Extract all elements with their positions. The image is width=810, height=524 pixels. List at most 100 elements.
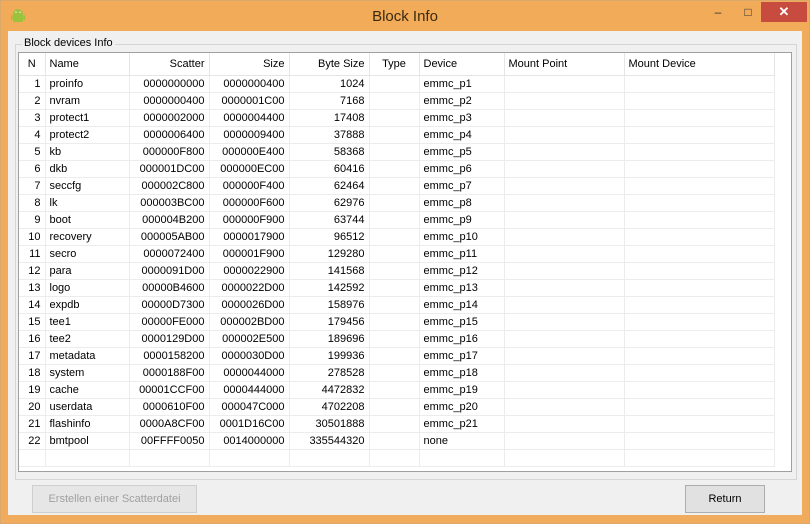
cell-device: emmc_p3 bbox=[419, 109, 505, 127]
col-type[interactable]: Type bbox=[369, 53, 420, 76]
cell-scatter: 0000188F00 bbox=[129, 364, 210, 382]
cell-scatter: 0000158200 bbox=[129, 347, 210, 365]
create-scatter-button[interactable]: Erstellen einer Scatterdatei bbox=[32, 485, 197, 513]
cell-type bbox=[369, 75, 420, 93]
cell-mount-point bbox=[504, 313, 625, 331]
table-row[interactable]: 20 userdata 0000610F00 000047C000 4702208 emm… bbox=[19, 398, 775, 416]
cell-mount-device bbox=[624, 262, 775, 280]
cell-name: seccfg bbox=[45, 177, 130, 195]
table-row[interactable]: 1 proinfo 0000000000 0000000400 1024 emmc_p1 bbox=[19, 75, 775, 93]
cell-type bbox=[369, 177, 420, 195]
table-row[interactable]: 7 seccfg 000002C800 000000F400 62464 emmc_p7 bbox=[19, 177, 775, 195]
cell-size: 0014000000 bbox=[209, 432, 290, 450]
cell-name: protect1 bbox=[45, 109, 130, 127]
cell-device: emmc_p21 bbox=[419, 415, 505, 433]
table-row[interactable]: 3 protect1 0000002000 0000004400 17408 emmc_p… bbox=[19, 109, 775, 127]
cell-mount-device bbox=[624, 109, 775, 127]
cell-n: 15 bbox=[19, 313, 46, 331]
table-row[interactable]: 21 flashinfo 0000A8CF00 0001D16C00 30501888 e… bbox=[19, 415, 775, 433]
cell-byte-size: 158976 bbox=[289, 296, 370, 314]
col-device[interactable]: Device bbox=[419, 53, 505, 76]
cell-mount-point bbox=[504, 296, 625, 314]
cell-scatter: 000002C800 bbox=[129, 177, 210, 195]
table-row[interactable]: 11 secro 0000072400 000001F900 129280 emmc_p1… bbox=[19, 245, 775, 263]
maximize-button[interactable]: □ bbox=[735, 2, 761, 22]
cell-n: 19 bbox=[19, 381, 46, 399]
cell-byte-size: 60416 bbox=[289, 160, 370, 178]
cell-name: bmtpool bbox=[45, 432, 130, 450]
cell-type bbox=[369, 143, 420, 161]
cell-mount-device bbox=[624, 330, 775, 348]
cell-byte-size: 189696 bbox=[289, 330, 370, 348]
cell-name: cache bbox=[45, 381, 130, 399]
cell-mount-point bbox=[504, 279, 625, 297]
cell-size: 0000022D00 bbox=[209, 279, 290, 297]
block-devices-table[interactable]: N Name Scatter Size Byte Size Type Devic… bbox=[18, 52, 792, 472]
col-mount-point[interactable]: Mount Point bbox=[504, 53, 625, 76]
table-row[interactable]: 17 metadata 0000158200 0000030D00 199936 emmc… bbox=[19, 347, 775, 365]
cell-byte-size: 335544320 bbox=[289, 432, 370, 450]
table-row[interactable]: 10 recovery 000005AB00 0000017900 96512 emmc_… bbox=[19, 228, 775, 246]
cell-n: 6 bbox=[19, 160, 46, 178]
cell-mount-device bbox=[624, 228, 775, 246]
col-size[interactable]: Size bbox=[209, 53, 290, 76]
cell-byte-size: 96512 bbox=[289, 228, 370, 246]
cell-mount-device bbox=[624, 347, 775, 365]
table-row[interactable]: 16 tee2 0000129D00 000002E500 189696 emmc_p16 bbox=[19, 330, 775, 348]
cell-byte-size: 62976 bbox=[289, 194, 370, 212]
cell-empty bbox=[129, 449, 210, 467]
cell-mount-point bbox=[504, 194, 625, 212]
table-row[interactable]: 14 expdb 00000D7300 0000026D00 158976 emmc_p1… bbox=[19, 296, 775, 314]
cell-scatter: 000004B200 bbox=[129, 211, 210, 229]
return-button[interactable]: Return bbox=[685, 485, 765, 513]
cell-mount-point bbox=[504, 160, 625, 178]
table-row[interactable]: 6 dkb 000001DC00 000000EC00 60416 emmc_p6 bbox=[19, 160, 775, 178]
table-row[interactable]: 9 boot 000004B200 000000F900 63744 emmc_p9 bbox=[19, 211, 775, 229]
cell-scatter: 000003BC00 bbox=[129, 194, 210, 212]
cell-type bbox=[369, 279, 420, 297]
cell-n: 5 bbox=[19, 143, 46, 161]
col-scatter[interactable]: Scatter bbox=[129, 53, 210, 76]
cell-size: 0000026D00 bbox=[209, 296, 290, 314]
table-row[interactable]: 22 bmtpool 00FFFF0050 0014000000 335544320 no… bbox=[19, 432, 775, 450]
cell-type bbox=[369, 296, 420, 314]
cell-mount-point bbox=[504, 262, 625, 280]
cell-size: 000001F900 bbox=[209, 245, 290, 263]
table-row[interactable]: 13 logo 00000B4600 0000022D00 142592 emmc_p13 bbox=[19, 279, 775, 297]
cell-size: 0000017900 bbox=[209, 228, 290, 246]
cell-n: 22 bbox=[19, 432, 46, 450]
cell-mount-point bbox=[504, 75, 625, 93]
cell-mount-point bbox=[504, 143, 625, 161]
title-bar[interactable]: Block Info – □ ✕ bbox=[1, 1, 809, 31]
cell-scatter: 00001CCF00 bbox=[129, 381, 210, 399]
cell-empty bbox=[19, 449, 46, 467]
cell-name: proinfo bbox=[45, 75, 130, 93]
cell-device: emmc_p19 bbox=[419, 381, 505, 399]
col-name[interactable]: Name bbox=[45, 53, 130, 76]
table-row[interactable]: 5 kb 000000F800 000000E400 58368 emmc_p5 bbox=[19, 143, 775, 161]
cell-name: dkb bbox=[45, 160, 130, 178]
table-row[interactable]: 4 protect2 0000006400 0000009400 37888 emmc_p… bbox=[19, 126, 775, 144]
cell-size: 000000E400 bbox=[209, 143, 290, 161]
cell-mount-device bbox=[624, 126, 775, 144]
table-row[interactable]: 12 para 0000091D00 0000022900 141568 emmc_p12 bbox=[19, 262, 775, 280]
cell-size: 000000EC00 bbox=[209, 160, 290, 178]
table-row[interactable]: 18 system 0000188F00 0000044000 278528 emmc_p… bbox=[19, 364, 775, 382]
cell-mount-point bbox=[504, 347, 625, 365]
table-row[interactable]: 19 cache 00001CCF00 0000444000 4472832 emmc_p… bbox=[19, 381, 775, 399]
cell-scatter: 0000000400 bbox=[129, 92, 210, 110]
cell-n: 18 bbox=[19, 364, 46, 382]
cell-scatter: 000000F800 bbox=[129, 143, 210, 161]
col-mount-device[interactable]: Mount Device bbox=[624, 53, 775, 76]
table-row[interactable]: 15 tee1 00000FE000 000002BD00 179456 emmc_p15 bbox=[19, 313, 775, 331]
close-button[interactable]: ✕ bbox=[761, 2, 807, 22]
table-row[interactable]: 2 nvram 0000000400 0000001C00 7168 emmc_p2 bbox=[19, 92, 775, 110]
cell-mount-device bbox=[624, 279, 775, 297]
table-row[interactable]: 8 lk 000003BC00 000000F600 62976 emmc_p8 bbox=[19, 194, 775, 212]
minimize-button[interactable]: – bbox=[701, 2, 735, 22]
col-n[interactable]: N bbox=[19, 53, 46, 76]
col-byte-size[interactable]: Byte Size bbox=[289, 53, 370, 76]
cell-n: 16 bbox=[19, 330, 46, 348]
cell-size: 000002BD00 bbox=[209, 313, 290, 331]
cell-empty bbox=[209, 449, 290, 467]
